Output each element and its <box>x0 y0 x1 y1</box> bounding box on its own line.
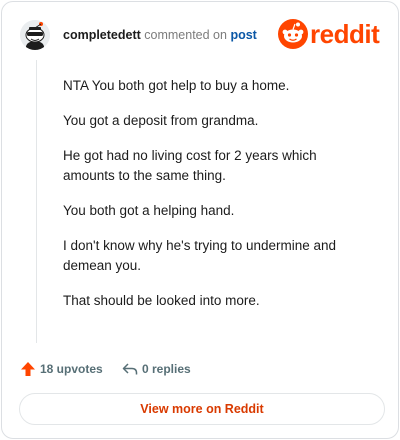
embed-card: completedett commented on post reddit NT… <box>1 1 399 439</box>
user-avatar[interactable] <box>20 20 50 50</box>
upvote-button[interactable]: 18 upvotes <box>20 359 103 379</box>
comment-paragraph: He got had no living cost for 2 years wh… <box>63 148 317 183</box>
reddit-logo[interactable]: reddit <box>278 17 386 51</box>
thread-line <box>36 60 37 343</box>
upvote-count: 18 upvotes <box>40 362 103 376</box>
replies-count: 0 replies <box>142 362 191 376</box>
comment-paragraph: That should be looked into more. <box>63 293 260 308</box>
comment-header: completedett commented on post reddit <box>20 18 386 52</box>
replies-button[interactable]: 0 replies <box>122 359 191 379</box>
comment-paragraph: NTA You both got help to buy a home. <box>63 78 290 93</box>
byline: completedett commented on post <box>63 28 257 42</box>
reddit-wordmark: reddit <box>310 19 380 49</box>
comment-paragraph: I don't know why he's trying to undermin… <box>63 238 337 273</box>
view-more-label: View more on Reddit <box>140 402 264 416</box>
comment-stats: 18 upvotes 0 replies <box>20 359 320 379</box>
comment-paragraph: You both got a helping hand. <box>63 203 235 218</box>
post-link[interactable]: post <box>230 28 256 42</box>
username-link[interactable]: completedett <box>63 28 141 42</box>
upvote-arrow-icon <box>21 362 35 376</box>
comment-paragraph: You got a deposit from grandma. <box>63 113 259 128</box>
reddit-snoo-icon <box>278 19 308 49</box>
comment-body: NTA You both got help to buy a home. You… <box>63 76 363 326</box>
reply-arrow-icon <box>122 363 138 375</box>
action-text: commented on <box>144 28 227 42</box>
view-more-button[interactable]: View more on Reddit <box>19 393 385 425</box>
snoo-avatar-icon <box>20 20 50 50</box>
